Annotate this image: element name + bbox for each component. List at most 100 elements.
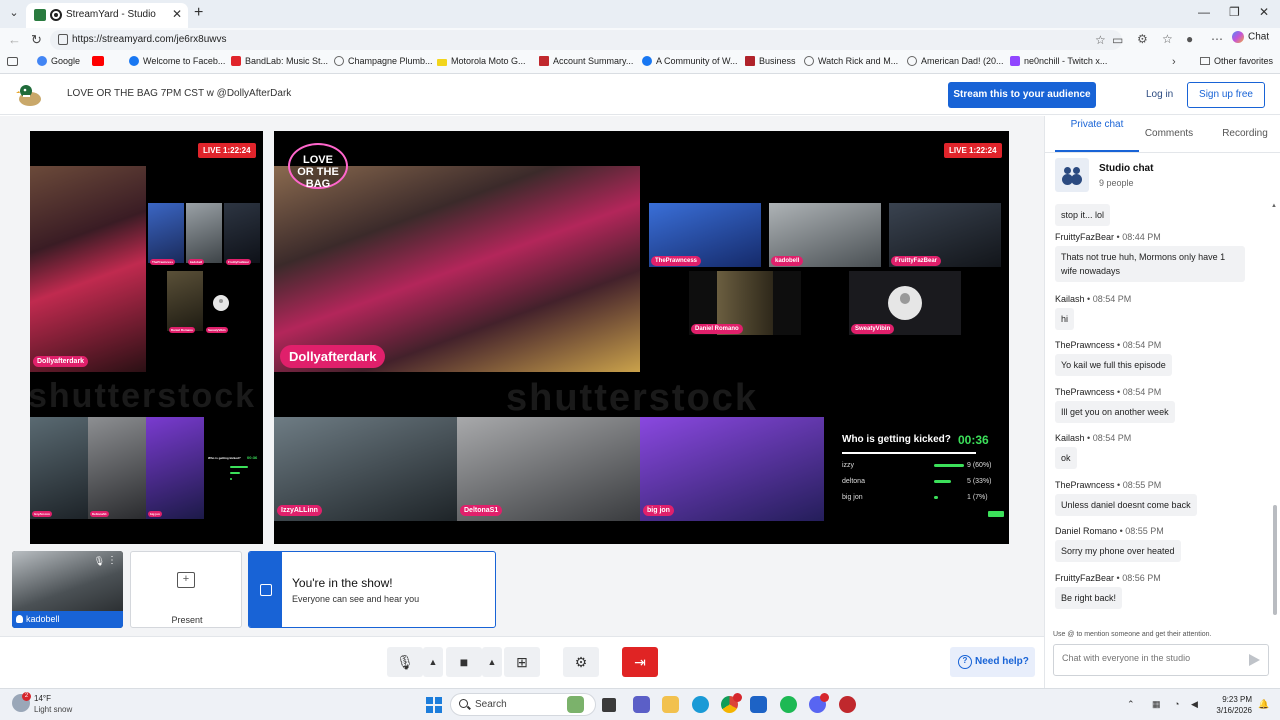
- poll-small-bar-1: [230, 466, 248, 468]
- mic-options-chevron-icon[interactable]: ▲: [423, 647, 443, 677]
- copilot-label: Chat: [1248, 31, 1270, 43]
- close-tab-icon[interactable]: ✕: [172, 7, 182, 21]
- tab-actions-chevron-icon[interactable]: ⌄: [6, 6, 22, 22]
- tab-private-chat[interactable]: Private chat: [1055, 116, 1139, 152]
- file-explorer-icon[interactable]: [662, 696, 679, 713]
- scroll-thumb[interactable]: [1273, 505, 1277, 615]
- send-icon[interactable]: [1249, 654, 1260, 666]
- poll-option-3-name: big jon: [842, 494, 863, 501]
- present-button[interactable]: + Present: [130, 551, 242, 628]
- camera-options-chevron-icon[interactable]: ▲: [482, 647, 502, 677]
- chat-message-list: stop it... lol FruittyFazBear • 08:44 PM…: [1045, 203, 1271, 623]
- host-name-tag-small: Dollyafterdark: [33, 356, 89, 367]
- wifi-icon[interactable]: ◔: [1174, 699, 1179, 709]
- task-view-icon[interactable]: [602, 698, 616, 712]
- settings-button[interactable]: ⚙: [563, 647, 599, 677]
- more-bookmarks-chevron-icon[interactable]: ›: [1172, 56, 1176, 68]
- chat-input[interactable]: [1062, 653, 1242, 663]
- bookmark-motorola[interactable]: Motorola Moto G...: [437, 56, 526, 70]
- edge-icon[interactable]: [692, 696, 709, 713]
- refresh-icon[interactable]: ↻: [31, 32, 42, 48]
- camera-button[interactable]: ■: [446, 647, 482, 677]
- profile-icon[interactable]: ●: [1186, 32, 1193, 46]
- extensions-icon[interactable]: ⚙: [1137, 32, 1148, 46]
- more-menu-icon[interactable]: ⋯: [1211, 32, 1223, 46]
- bookmark-youtube[interactable]: [92, 56, 108, 70]
- chat-scrollbar[interactable]: ▲: [1271, 203, 1279, 623]
- system-clock[interactable]: 9:23 PM 3/16/2026: [1208, 694, 1252, 716]
- store-icon[interactable]: [750, 696, 767, 713]
- network-icon[interactable]: ▦: [1152, 699, 1161, 710]
- share-screen-button[interactable]: ⊞: [504, 647, 540, 677]
- new-tab-icon[interactable]: +: [194, 4, 203, 22]
- bookmark-twitch[interactable]: ne0nchill - Twitch x...: [1010, 56, 1107, 70]
- restore-icon[interactable]: ❐: [1229, 5, 1240, 19]
- reading-list-icon[interactable]: [7, 57, 18, 66]
- people-icon: [1055, 158, 1089, 192]
- leave-studio-button[interactable]: ⇥: [622, 647, 658, 677]
- address-bar: ← ↻ https://streamyard.com/je6rx8uwvs ☆ …: [0, 28, 1280, 52]
- lock-icon: [58, 34, 68, 45]
- teams-icon[interactable]: [633, 696, 650, 713]
- recording-indicator-icon: [50, 9, 62, 21]
- url-field[interactable]: https://streamyard.com/je6rx8uwvs ☆ ▭: [50, 30, 1123, 50]
- spotify-icon[interactable]: [780, 696, 797, 713]
- bookmark-american-dad[interactable]: American Dad! (20...: [907, 56, 1004, 70]
- back-icon[interactable]: ←: [8, 32, 21, 47]
- scroll-up-icon[interactable]: ▲: [1271, 203, 1277, 209]
- favorites-icon[interactable]: ☆: [1162, 32, 1173, 46]
- self-more-options-icon[interactable]: ⋮: [107, 555, 117, 566]
- bookmark-business[interactable]: Business: [745, 56, 796, 70]
- favorite-star-icon[interactable]: ☆: [1095, 33, 1106, 47]
- chat-sidebar: Private chat Comments Recording Studio c…: [1044, 116, 1280, 688]
- other-favorites-folder[interactable]: Other favorites: [1200, 56, 1273, 66]
- copilot-chat-button[interactable]: Chat: [1232, 31, 1269, 43]
- chat-author: Daniel Romano: [1055, 526, 1118, 536]
- chat-input-box[interactable]: [1053, 644, 1269, 676]
- browser-tab-bar: ⌄ StreamYard - Studio ✕ + — ❐ ✕: [0, 0, 1280, 28]
- login-link[interactable]: Log in: [1146, 89, 1173, 100]
- chat-separator: •: [1087, 294, 1091, 304]
- folder-icon: [1200, 57, 1210, 65]
- chat-message: ThePrawncess • 08:54 PM Ill get you on a…: [1055, 387, 1265, 423]
- chat-separator: •: [1119, 526, 1123, 536]
- bookmark-champagne-plumbing[interactable]: Champagne Plumb...: [334, 56, 433, 70]
- need-help-button[interactable]: Need help?: [950, 647, 1035, 677]
- bottom-camera-small-1: [30, 417, 88, 519]
- app-icon[interactable]: [839, 696, 856, 713]
- self-mic-icon[interactable]: 🎙: [94, 556, 105, 567]
- poll-small-bar-3: [230, 478, 232, 480]
- bookmark-account-summary[interactable]: Account Summary...: [539, 56, 633, 70]
- windows-start-icon[interactable]: [426, 697, 442, 713]
- host-camera-main: [274, 166, 640, 372]
- mic-button[interactable]: 🎙: [387, 647, 423, 677]
- studio-chat-header: Studio chat 9 people: [1045, 153, 1280, 203]
- tray-overflow-chevron-icon[interactable]: ⌃: [1127, 699, 1135, 710]
- bookmark-google[interactable]: Google: [37, 56, 80, 70]
- stream-to-audience-button[interactable]: Stream this to your audience: [948, 82, 1096, 108]
- widgets-panda-icon[interactable]: [567, 696, 584, 713]
- bookmark-rick-and-morty[interactable]: Watch Rick and M...: [804, 56, 898, 70]
- in-show-side-strip: [249, 552, 282, 627]
- minimize-icon[interactable]: —: [1198, 5, 1210, 19]
- copilot-icon: [1232, 31, 1244, 43]
- bookmark-community[interactable]: A Community of W...: [642, 56, 738, 70]
- signup-button[interactable]: Sign up free: [1187, 82, 1265, 108]
- studio-chat-title: Studio chat: [1099, 163, 1154, 174]
- volume-icon[interactable]: ◀: [1191, 699, 1198, 710]
- chat-message: ThePrawncess • 08:54 PM Yo kail we full …: [1055, 340, 1265, 376]
- chat-author: Kailash: [1055, 433, 1085, 443]
- close-window-icon[interactable]: ✕: [1259, 5, 1269, 19]
- tab-comments[interactable]: Comments: [1143, 116, 1195, 152]
- url-text: https://streamyard.com/je6rx8uwvs: [72, 34, 227, 45]
- self-camera-tile[interactable]: 🎙 ⋮ kadobell: [12, 551, 123, 628]
- bookmark-bandlab[interactable]: BandLab: Music St...: [231, 56, 328, 70]
- media-icon[interactable]: ▭: [1112, 33, 1123, 47]
- tab-recording[interactable]: Recording: [1217, 116, 1273, 152]
- bookmark-facebook[interactable]: Welcome to Faceb...: [129, 56, 225, 70]
- browser-tab[interactable]: StreamYard - Studio ✕: [26, 3, 188, 28]
- clock-time: 9:23 PM: [1222, 695, 1252, 704]
- notifications-bell-icon[interactable]: 🔔: [1258, 699, 1269, 710]
- chat-separator: •: [1117, 387, 1121, 397]
- bookmarks-bar: Google Welcome to Faceb... BandLab: Musi…: [0, 52, 1280, 74]
